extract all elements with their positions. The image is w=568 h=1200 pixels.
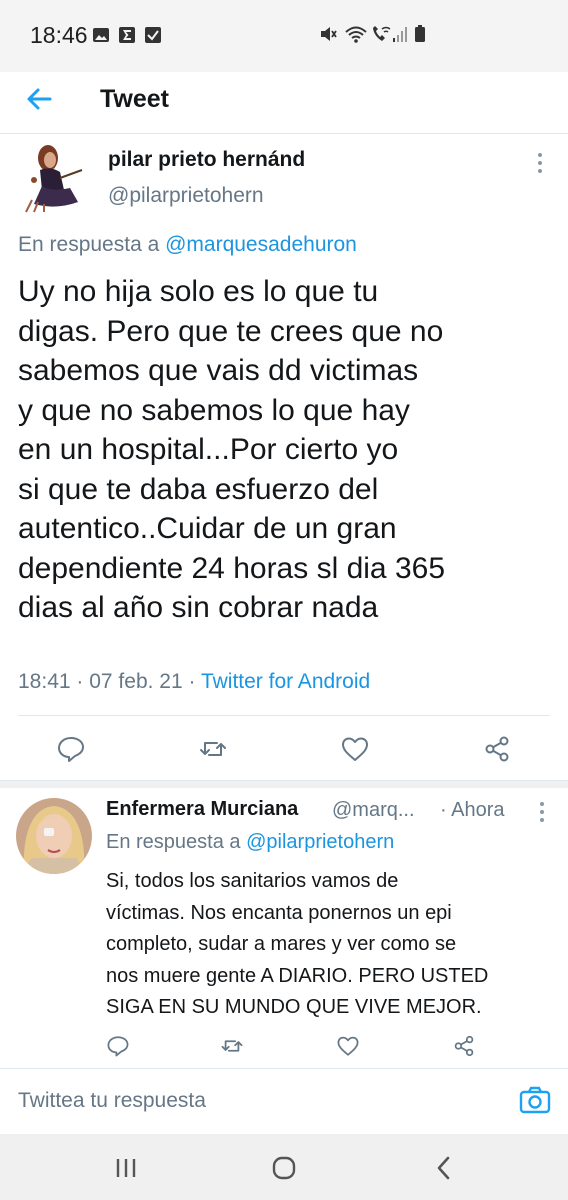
camera-icon[interactable]	[518, 1083, 552, 1117]
image-icon	[93, 28, 109, 42]
reply-context: En respuesta a @pilarprietohern	[106, 831, 394, 854]
reply-author-name[interactable]: Enfermera Murciana	[106, 798, 298, 821]
retweet-icon[interactable]	[198, 734, 228, 764]
recent-apps-icon[interactable]	[112, 1154, 140, 1182]
reply-prefix: En respuesta a	[106, 831, 247, 853]
meta-separator: ·	[70, 670, 90, 693]
top-app-bar: Tweet	[0, 72, 568, 134]
meta-separator: ·	[182, 670, 201, 693]
system-nav-bar	[0, 1134, 568, 1200]
reply-avatar[interactable]	[16, 798, 92, 874]
sigma-icon	[119, 27, 135, 43]
reply-text: Si, todos los sanitarios vamos de víctim…	[106, 870, 489, 1018]
share-icon[interactable]	[452, 1034, 476, 1058]
tweet-date: 07 feb. 21	[89, 670, 183, 693]
home-icon[interactable]	[270, 1154, 298, 1182]
like-icon[interactable]	[336, 1034, 360, 1058]
author-name[interactable]: pilar prieto hernánd	[108, 148, 305, 172]
share-icon[interactable]	[482, 734, 512, 764]
reply-prefix: En respuesta a	[18, 233, 166, 256]
battery-icon	[415, 25, 425, 42]
reply-time: · Ahora	[440, 799, 505, 821]
avatar[interactable]	[20, 140, 86, 214]
tweet-meta: 18:41 · 07 feb. 21 · Twitter for Android	[18, 670, 370, 694]
reply-icon[interactable]	[106, 1034, 130, 1058]
signal-icon	[393, 27, 407, 42]
reply-author-handle[interactable]: @marq...	[332, 799, 415, 822]
wifi-call-icon	[373, 26, 391, 41]
divider	[18, 715, 550, 716]
tweet-text: Uy no hija solo es lo que tu digas. Pero…	[18, 275, 446, 624]
author-handle[interactable]: @pilarprietohern	[108, 184, 264, 208]
reply-context: En respuesta a @marquesadehuron	[18, 233, 357, 257]
more-options-icon[interactable]	[532, 800, 552, 824]
wifi-icon	[345, 26, 367, 43]
arrow-left-icon[interactable]	[22, 82, 56, 116]
checkbox-icon	[145, 27, 161, 43]
retweet-icon[interactable]	[220, 1034, 244, 1058]
status-bar: 18:46	[0, 0, 568, 72]
like-icon[interactable]	[340, 734, 370, 764]
reply-to-link[interactable]: @pilarprietohern	[246, 831, 394, 853]
back-icon[interactable]	[430, 1154, 458, 1182]
reply-icon[interactable]	[56, 734, 86, 764]
mute-icon	[321, 27, 337, 41]
reply-to-link[interactable]: @marquesadehuron	[165, 233, 357, 256]
status-time: 18:46	[30, 22, 88, 48]
tweet-time: 18:41	[18, 670, 71, 693]
page-title: Tweet	[100, 85, 169, 113]
more-options-icon[interactable]	[530, 150, 550, 176]
section-divider	[0, 780, 568, 788]
reply-composer: Twittea tu respuesta	[0, 1068, 568, 1134]
tweet-source-link[interactable]: Twitter for Android	[201, 670, 370, 693]
reply-input[interactable]: Twittea tu respuesta	[18, 1089, 206, 1113]
